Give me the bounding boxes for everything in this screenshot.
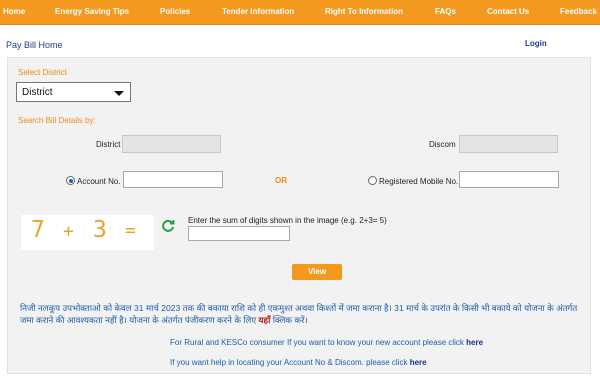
nav-item-home[interactable]: Home <box>3 7 25 16</box>
captcha-operator: + <box>63 221 74 242</box>
locate-account-line: If you want help in locating your Accoun… <box>170 358 427 367</box>
captcha-digit-1: 7 <box>31 217 45 243</box>
captcha-image: 7 + 3 = <box>21 215 154 250</box>
account-no-radio[interactable] <box>66 176 75 185</box>
registered-mobile-input[interactable] <box>459 171 559 188</box>
nav-item-faqs[interactable]: FAQs <box>435 7 456 16</box>
rural-kesco-text: For Rural and KESCo consumer If you want… <box>170 338 464 347</box>
discom-field <box>459 135 558 153</box>
registered-mobile-label: Registered Mobile No. <box>379 177 459 186</box>
search-bill-details-label: Search Bill Details by: <box>18 116 96 125</box>
discom-label: Discom <box>429 140 456 149</box>
rural-kesco-line: For Rural and KESCo consumer If you want… <box>170 338 483 347</box>
nav-item-right-to-information[interactable]: Right To Information <box>325 7 403 16</box>
top-nav-bar: Home Energy Saving Tips Policies Tender … <box>0 0 600 25</box>
hindi-notice: निजी नलकूप उपभोक्ताओ को केवल 31 मार्च 20… <box>20 302 585 326</box>
district-label: District <box>96 140 121 149</box>
account-no-label: Account No. <box>77 177 121 186</box>
chevron-down-icon <box>114 91 124 96</box>
captcha-digit-2: 3 <box>93 217 107 243</box>
or-label: OR <box>275 176 287 185</box>
captcha-instruction: Enter the sum of digits shown in the ima… <box>188 216 387 225</box>
district-select[interactable]: District <box>16 82 131 102</box>
hindi-notice-click: क्लिक करें। <box>272 315 308 325</box>
select-district-label: Select District <box>18 68 67 77</box>
nav-item-feedback[interactable]: Feedback <box>560 7 597 16</box>
captcha-equals: = <box>125 220 136 241</box>
nav-item-policies[interactable]: Policies <box>160 7 190 16</box>
nav-item-contact-us[interactable]: Contact Us <box>487 7 529 16</box>
nav-item-energy-saving-tips[interactable]: Energy Saving Tips <box>55 7 129 16</box>
captcha-answer-input[interactable] <box>188 226 290 241</box>
refresh-captcha-icon[interactable] <box>161 219 175 233</box>
nav-item-tender-information[interactable]: Tender Information <box>222 7 294 16</box>
registered-mobile-radio[interactable] <box>368 176 377 185</box>
rural-kesco-here-link[interactable]: here <box>466 338 483 347</box>
district-field <box>122 135 221 153</box>
hindi-register-link[interactable]: यहाँ <box>259 315 271 325</box>
district-select-value: District <box>22 87 53 98</box>
view-button[interactable]: View <box>292 264 342 280</box>
account-no-input[interactable] <box>123 171 223 188</box>
page-title: Pay Bill Home <box>6 40 63 50</box>
login-link[interactable]: Login <box>525 39 547 48</box>
locate-account-here-link[interactable]: here <box>410 358 427 367</box>
locate-account-text: If you want help in locating your Accoun… <box>170 358 408 367</box>
